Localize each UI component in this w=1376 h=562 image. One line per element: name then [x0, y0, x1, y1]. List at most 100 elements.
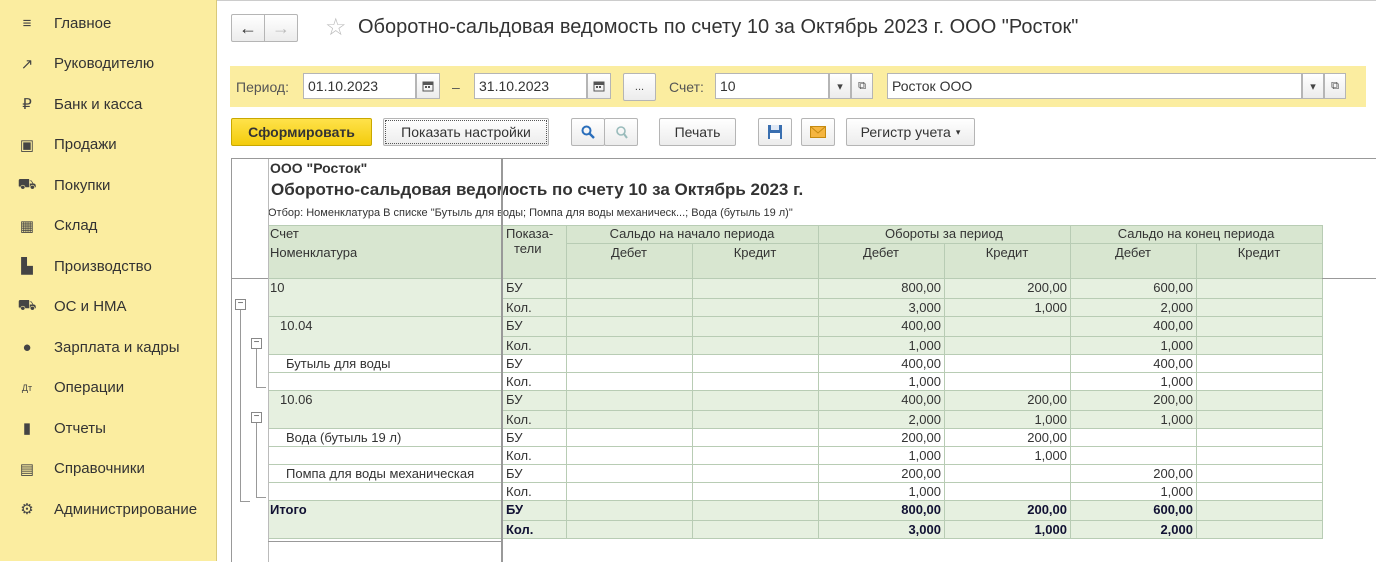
collapse-group-icon[interactable]: −	[235, 299, 246, 310]
row-value-tc	[944, 465, 1070, 483]
show-settings-button[interactable]: Показать настройки	[383, 118, 549, 146]
row-value-cc	[1196, 429, 1322, 447]
sidebar-item-2[interactable]: ₽ Банк и касса	[0, 86, 216, 122]
organization-field[interactable]: Росток ООО	[887, 73, 1302, 99]
sidebar-item-7[interactable]: ⛟ ОС и НМА	[0, 289, 216, 325]
favorite-star-icon[interactable]: ☆	[325, 13, 347, 42]
row-value-oc	[692, 355, 818, 373]
row-indicator: БУ	[506, 280, 523, 295]
sidebar-item-label: Отчеты	[54, 419, 106, 437]
sidebar-item-4[interactable]: ⛟ Покупки	[0, 167, 216, 203]
sidebar-item-0[interactable]: ≡ Главное	[0, 5, 216, 41]
back-button[interactable]: ←	[231, 14, 265, 42]
row-value-od	[566, 391, 692, 411]
sidebar-item-5[interactable]: ▦ Склад	[0, 208, 216, 244]
shopping-bag-icon: ▣	[19, 136, 35, 154]
organization-dropdown-icon[interactable]: ▾	[1302, 73, 1324, 99]
truck-icon: ⛟	[17, 297, 37, 314]
account-dropdown-icon[interactable]: ▾	[829, 73, 851, 99]
period-choose-button[interactable]: ...	[623, 73, 656, 101]
row-value-cd	[1070, 429, 1196, 447]
header-td: Дебет	[863, 245, 899, 260]
row-value-od	[566, 411, 692, 429]
row-value-od	[566, 447, 692, 465]
row-value-tc: 200,00	[1027, 280, 1067, 295]
row-value-td: 1,000	[908, 484, 941, 499]
tree-line	[256, 423, 257, 497]
books-icon: ▤	[19, 460, 35, 478]
collapse-group-icon[interactable]: −	[251, 412, 262, 423]
sidebar-item-1[interactable]: ↗ Руководителю	[0, 46, 216, 82]
account-label: Счет:	[669, 79, 704, 95]
row-value-cd: 600,00	[1153, 280, 1193, 295]
sidebar-item-10[interactable]: ▮ Отчеты	[0, 410, 216, 446]
sidebar-item-6[interactable]: ▙ Производство	[0, 248, 216, 284]
row-value-cd: 400,00	[1153, 318, 1193, 333]
row-indicator: БУ	[506, 502, 524, 517]
grid-line	[944, 243, 945, 539]
row-value-od	[566, 465, 692, 483]
sidebar-item-9[interactable]: Дт Операции	[0, 370, 216, 406]
header-cc: Кредит	[1237, 245, 1281, 260]
date-from-field[interactable]: 01.10.2023	[303, 73, 416, 99]
header-closing: Сальдо на конец периода	[1117, 226, 1275, 241]
report-org: ООО "Росток"	[270, 160, 368, 176]
row-value-tc: 1,000	[1034, 522, 1067, 537]
row-value-od	[566, 355, 692, 373]
date-to-field[interactable]: 31.10.2023	[474, 73, 587, 99]
row-value-cc	[1196, 521, 1322, 539]
row-value-cd: 400,00	[1153, 356, 1193, 371]
account-field[interactable]: 10	[715, 73, 829, 99]
frozen-row-border	[232, 278, 268, 279]
row-indicator: БУ	[506, 356, 523, 371]
report-spreadsheet[interactable]: ООО "Росток" Оборотно-сальдовая ведомость…	[231, 158, 1376, 562]
forward-button[interactable]: →	[264, 14, 298, 42]
organization-open-icon[interactable]: ⧉	[1324, 73, 1346, 99]
menu-icon: ≡	[22, 14, 32, 32]
row-value-od	[566, 337, 692, 355]
row-value-td: 1,000	[908, 374, 941, 389]
row-value-cd	[1070, 447, 1196, 465]
row-value-tc	[944, 337, 1070, 355]
row-indicator: Кол.	[506, 484, 532, 499]
generate-button[interactable]: Сформировать	[231, 118, 372, 146]
sidebar-item-8[interactable]: ● Зарплата и кадры	[0, 329, 216, 365]
print-button[interactable]: Печать	[659, 118, 736, 146]
frozen-row-border	[1322, 278, 1376, 279]
search-reset-button[interactable]	[604, 118, 638, 146]
row-indicator: Кол.	[506, 522, 534, 537]
grid-line	[268, 538, 1322, 539]
row-value-oc	[692, 279, 818, 299]
date-from-calendar-icon[interactable]	[416, 73, 440, 99]
row-value-cc	[1196, 355, 1322, 373]
date-to-calendar-icon[interactable]	[587, 73, 611, 99]
collapse-group-icon[interactable]: −	[251, 338, 262, 349]
row-value-cd: 600,00	[1153, 502, 1193, 517]
row-value-td: 1,000	[908, 448, 941, 463]
register-dropdown-button[interactable]: Регистр учета ▾	[846, 118, 975, 146]
register-label: Регистр учета	[860, 124, 951, 140]
row-indicator: Кол.	[506, 338, 532, 353]
grid-line	[1196, 243, 1197, 539]
ruble-coin-icon: ₽	[22, 96, 32, 113]
row-value-cc	[1196, 483, 1322, 501]
send-email-button[interactable]	[801, 118, 835, 146]
row-value-cd: 200,00	[1153, 466, 1193, 481]
sidebar-item-11[interactable]: ▤ Справочники	[0, 451, 216, 487]
row-value-td: 400,00	[901, 318, 941, 333]
filter-bar: Период: 01.10.2023 – 31.10.2023 ... Счет…	[230, 66, 1366, 107]
row-value-cc	[1196, 501, 1322, 521]
frozen-column-border	[268, 159, 269, 562]
sidebar-item-12[interactable]: ⚙ Администрирование	[0, 491, 216, 527]
search-button[interactable]	[571, 118, 605, 146]
floppy-disk-icon	[768, 125, 782, 139]
save-button[interactable]	[758, 118, 792, 146]
sidebar-item-label: Руководителю	[54, 55, 155, 72]
row-value-td: 1,000	[908, 338, 941, 353]
row-name: Итого	[270, 502, 307, 517]
row-value-td: 3,000	[908, 300, 941, 315]
sidebar-item-3[interactable]: ▣ Продажи	[0, 127, 216, 163]
row-value-cd: 2,000	[1160, 300, 1193, 315]
account-open-icon[interactable]: ⧉	[851, 73, 873, 99]
row-value-od	[566, 317, 692, 337]
